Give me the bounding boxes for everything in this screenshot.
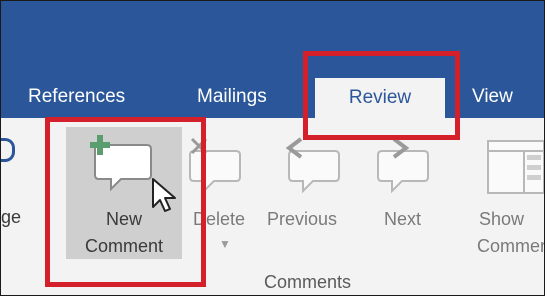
word-ribbon-window: References Mailings Review View ge New C… <box>0 0 545 296</box>
partial-left-label: ge <box>1 207 22 227</box>
tab-references[interactable]: References <box>28 79 125 115</box>
tab-mailings[interactable]: Mailings <box>197 79 267 115</box>
comments-group-label: Comments <box>264 272 352 292</box>
chevron-down-icon: ▼ <box>219 237 231 251</box>
highlight-box-review-tab <box>303 51 460 140</box>
tab-view[interactable]: View <box>472 79 513 115</box>
speech-bubble-arrow-left-icon <box>285 137 340 194</box>
title-bar <box>1 1 544 72</box>
previous-button[interactable]: Previous <box>267 206 337 232</box>
speech-bubble-arrow-right-icon <box>377 137 429 194</box>
next-button[interactable]: Next <box>384 206 421 232</box>
show-comments-label-1[interactable]: Show <box>479 206 524 232</box>
show-comments-label-2[interactable]: Comments <box>477 233 544 259</box>
comments-pane-icon <box>487 140 544 194</box>
highlight-box-new-comment <box>45 117 206 287</box>
